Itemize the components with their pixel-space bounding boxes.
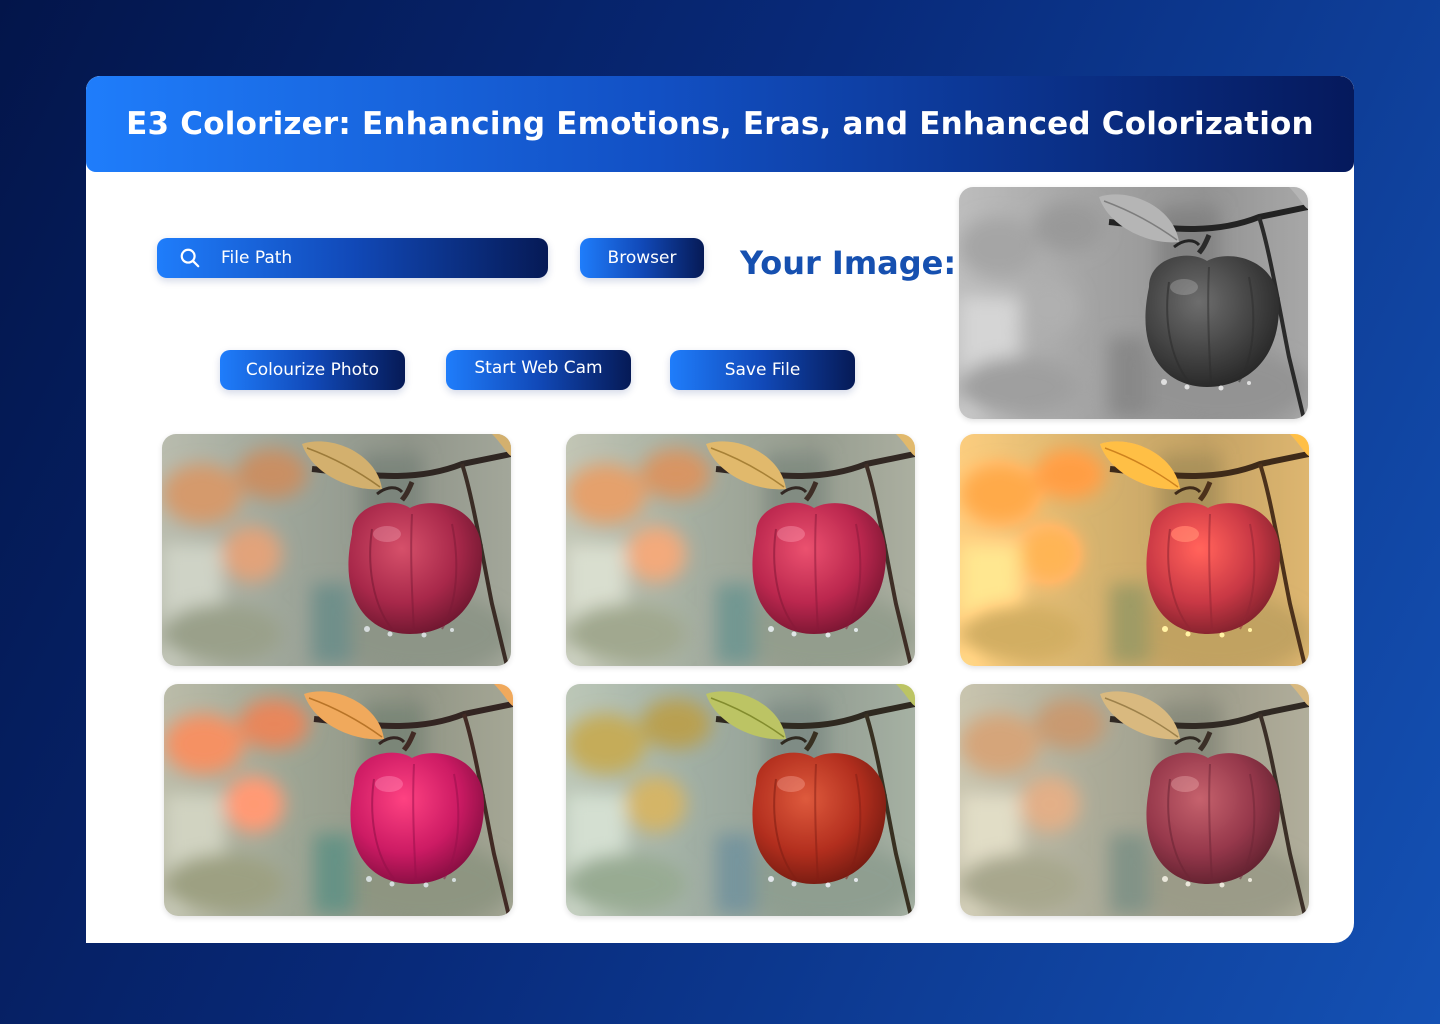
apple-photo-image [960, 684, 1309, 916]
result-image-1[interactable] [162, 434, 511, 666]
file-path-field[interactable] [157, 238, 548, 278]
app-window: E3 Colorizer: Enhancing Emotions, Eras, … [86, 76, 1354, 943]
your-image-label: Your Image: [740, 244, 957, 282]
apple-photo-image [164, 684, 513, 916]
browser-button[interactable]: Browser [580, 238, 704, 278]
apple-photo-image [566, 684, 915, 916]
apple-photo-image [162, 434, 511, 666]
result-image-6[interactable] [960, 684, 1309, 916]
result-image-3[interactable] [960, 434, 1309, 666]
apple-photo-image [960, 434, 1309, 666]
colourize-photo-button[interactable]: Colourize Photo [220, 350, 405, 390]
result-image-4[interactable] [164, 684, 513, 916]
result-image-5[interactable] [566, 684, 915, 916]
save-file-button[interactable]: Save File [670, 350, 855, 390]
search-icon [180, 248, 200, 268]
title-bar: E3 Colorizer: Enhancing Emotions, Eras, … [86, 76, 1354, 172]
app-title: E3 Colorizer: Enhancing Emotions, Eras, … [126, 106, 1314, 142]
apple-photo-image [566, 434, 915, 666]
input-image-preview [959, 187, 1308, 419]
file-path-input[interactable] [221, 248, 521, 268]
apple-photo-image [959, 187, 1308, 419]
start-web-cam-button[interactable]: Start Web Cam [446, 350, 631, 390]
result-image-2[interactable] [566, 434, 915, 666]
